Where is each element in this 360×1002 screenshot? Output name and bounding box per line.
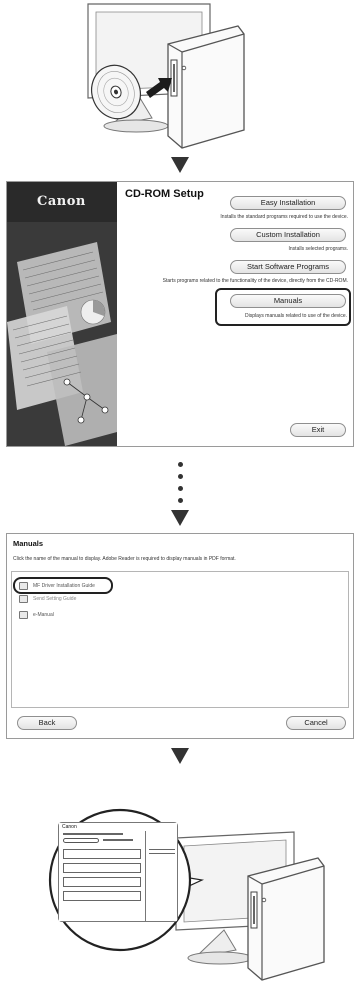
step-dot-3 xyxy=(178,486,183,491)
zoomed-line xyxy=(63,833,123,835)
canon-logo: Canon xyxy=(37,194,86,209)
manuals-description: Click the name of the manual to display.… xyxy=(13,556,236,562)
manuals-desc: Displays manuals related to use of the d… xyxy=(245,313,347,319)
manual-item-mf-driver-installation-guide[interactable]: MF Driver Installation Guide xyxy=(33,583,95,589)
brand-panel: Canon xyxy=(7,182,117,446)
step-arrow-3 xyxy=(171,748,189,764)
zoomed-box xyxy=(63,849,141,859)
step-dot-1 xyxy=(178,462,183,467)
zoomed-line xyxy=(63,838,99,843)
zoomed-line xyxy=(149,853,175,854)
step-dot-4 xyxy=(178,498,183,503)
zoomed-box xyxy=(63,863,141,873)
start-software-programs-desc: Starts programs related to the functiona… xyxy=(162,278,348,284)
easy-installation-button[interactable]: Easy Installation xyxy=(230,196,346,210)
manuals-title: Manuals xyxy=(13,539,44,548)
zoomed-box xyxy=(63,891,141,901)
manuals-window: Manuals Click the name of the manual to … xyxy=(6,533,354,739)
zoomed-line xyxy=(149,849,175,850)
manuals-list: MF Driver Installation Guide Send Settin… xyxy=(11,571,349,708)
zoomed-brand: Canon xyxy=(62,824,77,830)
document-icon xyxy=(19,595,28,603)
zoomed-window: Canon xyxy=(58,822,178,922)
document-icon xyxy=(19,611,28,619)
zoomed-line xyxy=(103,839,133,841)
documents-collage-icon xyxy=(7,222,117,446)
zoomed-divider xyxy=(145,831,146,921)
manual-item-send-setting-guide[interactable]: Send Setting Guide xyxy=(33,596,76,602)
illustration-insert-cd xyxy=(60,0,300,150)
manuals-button[interactable]: Manuals xyxy=(230,294,346,308)
step-arrow-2 xyxy=(171,510,189,526)
custom-installation-button[interactable]: Custom Installation xyxy=(230,228,346,242)
setup-title: CD-ROM Setup xyxy=(125,188,204,200)
exit-button[interactable]: Exit xyxy=(290,423,346,437)
back-button[interactable]: Back xyxy=(17,716,77,730)
step-arrow-1 xyxy=(171,157,189,173)
zoomed-box xyxy=(63,877,141,887)
computer-with-cd-icon xyxy=(87,3,245,149)
manual-item-e-manual[interactable]: e-Manual xyxy=(33,612,54,618)
custom-installation-desc: Installs selected programs. xyxy=(288,246,348,252)
cancel-button[interactable]: Cancel xyxy=(286,716,346,730)
document-icon xyxy=(19,582,28,590)
step-dot-2 xyxy=(178,474,183,479)
start-software-programs-button[interactable]: Start Software Programs xyxy=(230,260,346,274)
cd-rom-setup-window: Canon CD-ROM Setup Easy Installation Ins… xyxy=(6,181,354,447)
easy-installation-desc: Installs the standard programs required … xyxy=(220,214,348,220)
illustration-manual-on-screen: Canon xyxy=(36,780,340,1002)
